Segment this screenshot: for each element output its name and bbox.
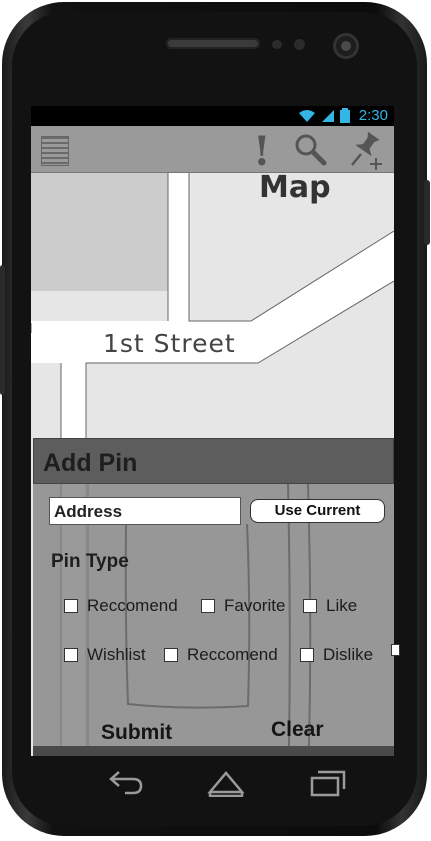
back-icon[interactable] <box>107 767 145 797</box>
checkbox-box[interactable] <box>164 648 178 662</box>
battery-icon <box>340 108 350 123</box>
wifi-icon <box>299 110 316 122</box>
recent-apps-icon[interactable] <box>309 767 347 797</box>
checkbox-label: Reccomend <box>187 645 278 664</box>
front-camera <box>336 36 356 56</box>
checkbox-wishlist[interactable]: Wishlist <box>64 645 146 665</box>
use-current-button[interactable]: Use Current <box>250 499 385 523</box>
checkbox-label: Wishlist <box>87 645 146 664</box>
nav-bar <box>31 757 394 807</box>
screen: 2:30 ! Map 1st Street Add Pin Address Us… <box>31 106 394 756</box>
add-pin-header: Add Pin <box>33 438 394 484</box>
add-pin-icon[interactable] <box>345 130 389 170</box>
submit-button[interactable]: Submit <box>101 721 172 745</box>
clear-button[interactable]: Clear <box>271 718 324 742</box>
menu-icon[interactable] <box>41 136 69 166</box>
checkbox-label: Reccomend <box>87 596 178 615</box>
volume-button <box>0 265 5 395</box>
alert-icon[interactable]: ! <box>253 128 271 175</box>
power-button <box>424 180 430 245</box>
checkbox-reccomend[interactable]: Reccomend <box>64 596 178 616</box>
earpiece-speaker <box>166 38 260 49</box>
address-placeholder: Address <box>54 502 123 521</box>
street-label: 1st Street <box>103 329 236 358</box>
status-icons <box>298 108 350 126</box>
signal-icon <box>322 110 335 122</box>
address-field[interactable]: Address <box>49 497 241 525</box>
checkbox-like[interactable]: Like <box>303 596 357 616</box>
checkbox-box[interactable] <box>64 648 78 662</box>
home-icon[interactable] <box>207 767 245 797</box>
add-pin-title: Add Pin <box>43 449 138 477</box>
checkbox-dislike[interactable]: Dislike <box>300 645 373 665</box>
search-icon[interactable] <box>293 132 327 166</box>
checkbox-box[interactable] <box>64 599 78 613</box>
checkbox-box[interactable] <box>303 599 317 613</box>
checkbox-label: Dislike <box>323 645 374 664</box>
checkbox-label: Like <box>326 596 358 615</box>
checkbox-reccomend-2[interactable]: Reccomend <box>164 645 278 665</box>
checkbox-favorite[interactable]: Favorite <box>201 596 285 616</box>
sensor-dot <box>294 39 305 50</box>
pin-type-label: Pin Type <box>51 551 129 572</box>
panel-bottom-bar <box>33 746 394 756</box>
action-bar: ! <box>31 126 394 175</box>
status-bar: 2:30 <box>31 106 394 126</box>
checkbox-box[interactable] <box>201 599 215 613</box>
checkbox-box[interactable] <box>300 648 314 662</box>
sensor-dot <box>272 40 282 49</box>
overflow-checkbox[interactable] <box>391 644 400 656</box>
map-title: Map <box>259 170 331 205</box>
checkbox-label: Favorite <box>224 596 286 615</box>
status-time: 2:30 <box>358 107 388 124</box>
add-pin-panel: Address Use Current Pin Type Reccomend F… <box>33 484 394 746</box>
